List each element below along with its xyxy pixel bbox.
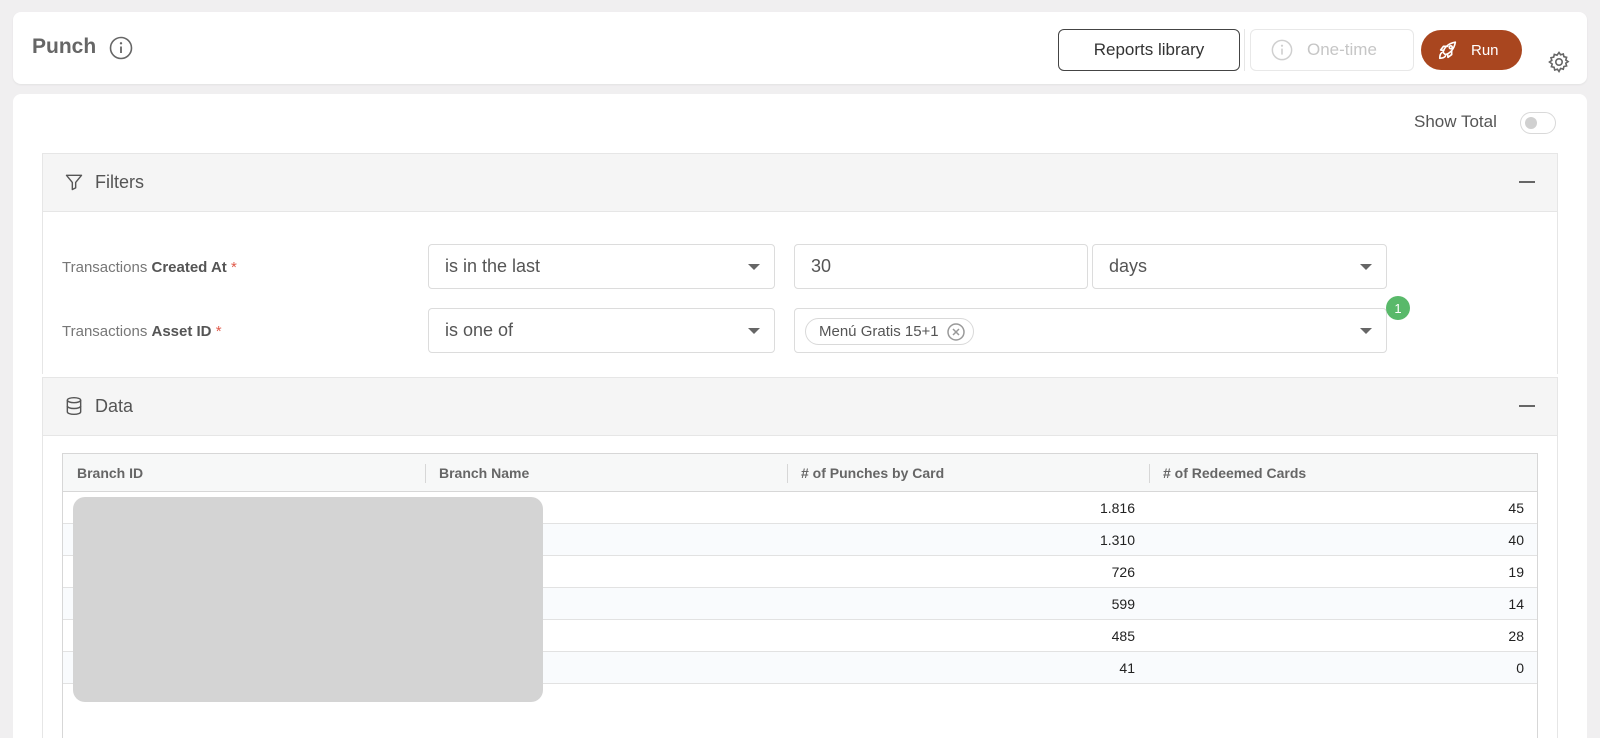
report-header: Punch Reports library One-time Run (13, 12, 1587, 84)
filter-label-created-at: Transactions Created At * (62, 259, 237, 276)
asset-id-multiselect[interactable]: Menú Gratis 15+1 (794, 308, 1387, 353)
info-icon (1271, 39, 1293, 61)
column-header-branch-name[interactable]: Branch Name (425, 454, 787, 492)
header-divider (1244, 29, 1245, 71)
report-body: Show Total Filters Transactions Created … (13, 94, 1587, 738)
created-at-unit-value: days (1109, 256, 1148, 276)
one-time-button[interactable]: One-time (1250, 29, 1414, 71)
cell-redeemed: 40 (1508, 531, 1524, 548)
filters-title: Filters (95, 172, 144, 192)
asset-id-operator-value: is one of (445, 320, 514, 340)
show-total-toggle[interactable] (1520, 112, 1556, 134)
filters-panel: Transactions Created At * is in the last… (42, 212, 1558, 374)
created-at-value: 30 (811, 256, 832, 276)
cell-punches: 599 (1111, 595, 1135, 612)
data-title: Data (95, 396, 134, 416)
cell-punches: 1.816 (1099, 499, 1135, 516)
chevron-down-icon (1360, 328, 1372, 334)
report-title: Punch (32, 35, 97, 58)
column-header-branch-id[interactable]: Branch ID (63, 454, 425, 492)
created-at-unit-select[interactable]: days (1092, 244, 1387, 289)
column-header-punches[interactable]: # of Punches by Card (787, 454, 1149, 492)
asset-tag: Menú Gratis 15+1 (805, 318, 974, 345)
data-panel: Branch ID Branch Name # of Punches by Ca… (42, 436, 1558, 738)
created-at-operator-value: is in the last (445, 256, 541, 276)
run-label: Run (1471, 41, 1499, 59)
collapse-data-icon[interactable] (1519, 405, 1535, 407)
cell-punches: 726 (1111, 563, 1135, 580)
table-header: Branch ID Branch Name # of Punches by Ca… (63, 454, 1537, 492)
rocket-icon (1438, 41, 1457, 60)
cell-redeemed: 19 (1508, 563, 1524, 580)
asset-id-operator-select[interactable]: is one of (428, 308, 775, 353)
chevron-down-icon (748, 264, 760, 270)
chevron-down-icon (748, 328, 760, 334)
cell-punches: 485 (1111, 627, 1135, 644)
gear-icon[interactable] (1547, 50, 1571, 74)
redacted-overlay (73, 497, 543, 702)
show-total-label: Show Total (1414, 112, 1497, 131)
selected-count-badge: 1 (1386, 296, 1410, 320)
cell-punches: 41 (1119, 659, 1135, 676)
cell-redeemed: 14 (1508, 595, 1524, 612)
database-icon (66, 396, 82, 416)
toggle-knob (1525, 117, 1537, 129)
remove-tag-icon[interactable] (946, 322, 965, 341)
data-table: Branch ID Branch Name # of Punches by Ca… (62, 453, 1538, 738)
cell-redeemed: 28 (1508, 627, 1524, 644)
cell-redeemed: 0 (1516, 659, 1524, 676)
info-icon[interactable] (109, 36, 133, 60)
filters-section-header[interactable]: Filters (42, 153, 1558, 212)
created-at-value-input[interactable]: 30 (794, 244, 1088, 289)
one-time-label: One-time (1307, 40, 1377, 59)
cell-redeemed: 45 (1508, 499, 1524, 516)
column-header-redeemed[interactable]: # of Redeemed Cards (1149, 454, 1537, 492)
data-section-header[interactable]: Data (42, 377, 1558, 436)
reports-library-button[interactable]: Reports library (1058, 29, 1240, 71)
asset-tag-label: Menú Gratis 15+1 (819, 323, 939, 340)
collapse-filters-icon[interactable] (1519, 181, 1535, 183)
filter-label-asset-id: Transactions Asset ID * (62, 323, 222, 340)
cell-punches: 1.310 (1099, 531, 1135, 548)
created-at-operator-select[interactable]: is in the last (428, 244, 775, 289)
chevron-down-icon (1360, 264, 1372, 270)
filter-icon (65, 174, 83, 191)
run-button[interactable]: Run (1421, 30, 1522, 70)
